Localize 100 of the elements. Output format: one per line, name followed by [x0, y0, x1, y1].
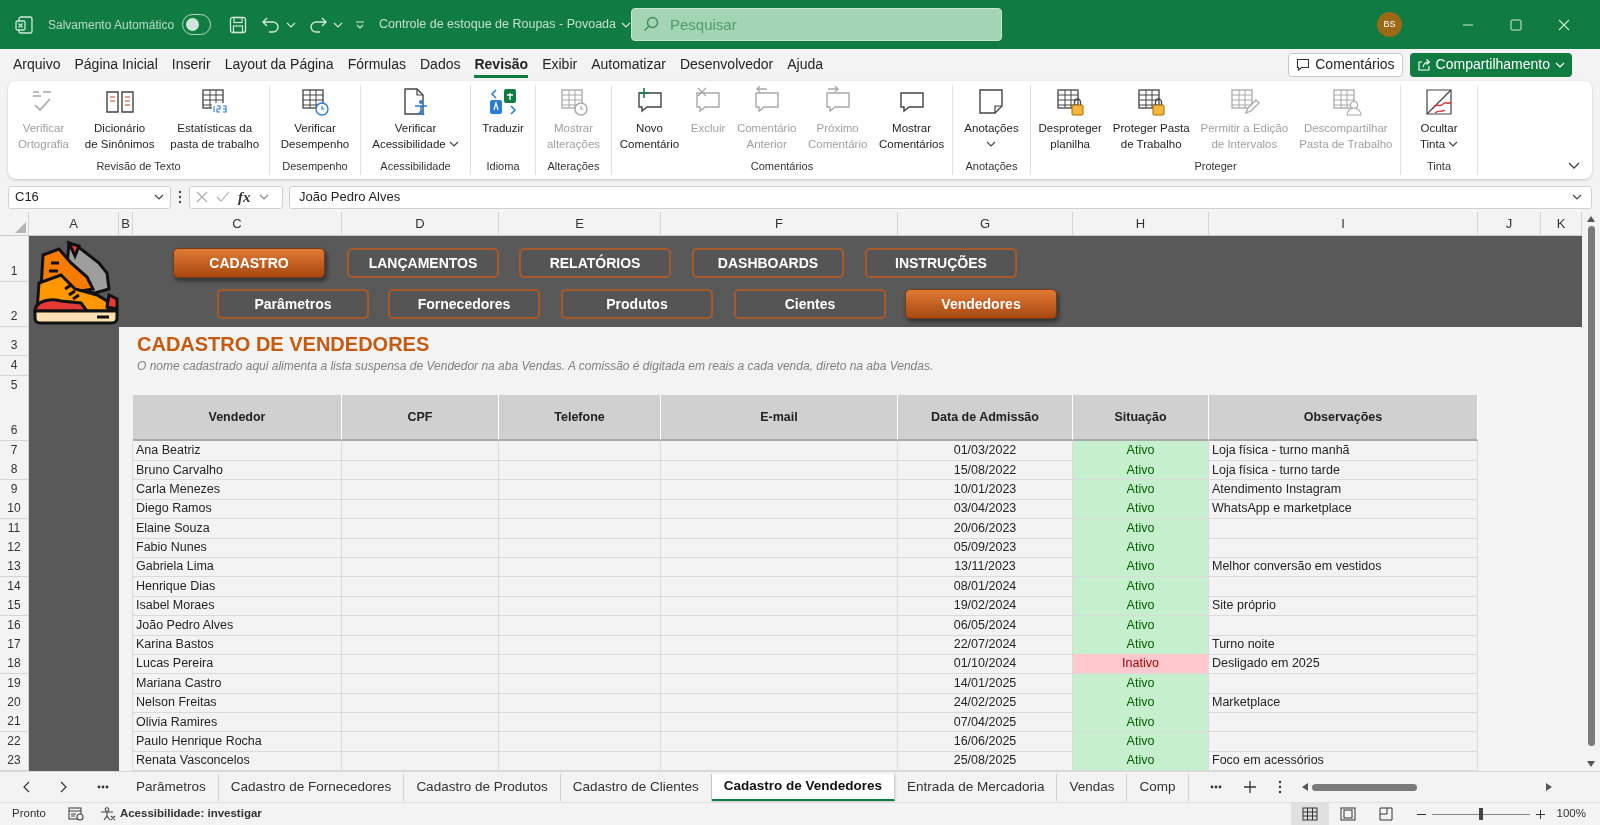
nav-button[interactable]: Parâmetros — [217, 289, 369, 319]
zoom-slider-thumb[interactable] — [1478, 808, 1483, 820]
ribbon-button[interactable]: Verificar Acessibilidade — [370, 85, 461, 152]
close-icon — [1558, 18, 1570, 31]
column-header[interactable]: E — [499, 212, 661, 235]
ribbon-button[interactable]: Traduzir — [480, 85, 526, 136]
nav-button[interactable]: CADASTRO — [173, 248, 325, 278]
row-header[interactable]: 12 — [0, 537, 29, 558]
menu-tab[interactable]: Página Inicial — [74, 51, 158, 78]
ribbon-button[interactable]: Desproteger planilha — [1036, 85, 1104, 152]
status-cell: Ativo — [1073, 751, 1209, 772]
menu-tab[interactable]: Layout da Página — [224, 51, 334, 78]
sheet-tab[interactable]: Parâmetros — [124, 773, 219, 801]
row-header[interactable]: 15 — [0, 596, 29, 617]
ribbon-button[interactable]: Proteger Pasta de Trabalho — [1110, 85, 1192, 152]
menu-tab[interactable]: Fórmulas — [347, 51, 406, 78]
column-header[interactable]: F — [661, 212, 898, 235]
row-header[interactable]: 1 — [0, 236, 29, 282]
nav-button[interactable]: DASHBOARDS — [692, 248, 844, 278]
nav-button[interactable]: Cientes — [734, 289, 886, 319]
nav-button[interactable]: RELATÓRIOS — [519, 248, 671, 278]
column-header[interactable]: J — [1478, 212, 1541, 235]
insert-function-button[interactable]: fx — [238, 185, 251, 209]
table-cell-text: Karina Bastos — [136, 636, 214, 654]
table-cell-text: Lucas Pereira — [136, 655, 214, 673]
status-cell: Ativo — [1073, 499, 1209, 520]
column-heading: Situação — [1073, 395, 1209, 441]
column-header[interactable]: C — [133, 212, 342, 235]
nav-button[interactable]: INSTRUÇÕES — [865, 248, 1017, 278]
ribbon-button[interactable]: Anotações — [962, 85, 1021, 152]
nav-button[interactable]: Produtos — [561, 289, 713, 319]
table-cell-text: WhatsApp e marketplace — [1212, 500, 1352, 518]
sheet-tab[interactable]: Vendas — [1057, 773, 1128, 801]
row-header[interactable]: 3 — [0, 327, 29, 356]
user-avatar[interactable]: BS — [1377, 12, 1402, 37]
menu-tab[interactable]: Desenvolvedor — [679, 51, 774, 78]
row-header[interactable]: 17 — [0, 634, 29, 655]
ribbon-button[interactable]: Mostrar Comentários — [876, 85, 947, 152]
table-cell-text: Mariana Castro — [136, 674, 222, 692]
column-header[interactable]: A — [29, 212, 119, 235]
share-button[interactable]: Compartilhamento — [1409, 52, 1572, 77]
collapse-ribbon-icon — [1568, 162, 1580, 169]
table-lock-icon — [1054, 86, 1087, 118]
accessibility-status[interactable]: Acessibilidade: investigar — [99, 805, 262, 823]
sheet-title: CADASTRO DE VENDEDORES — [137, 332, 430, 356]
comment-icon — [1296, 58, 1311, 71]
ribbon-button[interactable]: Novo Comentário — [617, 85, 682, 152]
menu-tab[interactable]: Revisão — [474, 51, 529, 78]
column-header[interactable]: I — [1209, 212, 1478, 235]
zoom-level[interactable]: 100% — [1556, 805, 1586, 823]
sheet-tab[interactable]: Cadastro de Fornecedores — [218, 773, 405, 801]
ribbon-button[interactable]: Estatísticas da pasta de trabalho — [168, 85, 262, 152]
spreadsheet-app-icon — [14, 14, 34, 35]
comments-button[interactable]: Comentários — [1288, 52, 1403, 77]
search-field[interactable]: Pesquisar — [631, 8, 1002, 41]
sheet-tab[interactable]: Entrada de Mercadoria — [895, 773, 1058, 801]
row-header[interactable]: 8 — [0, 460, 29, 481]
ribbon-button[interactable]: Verificar Desempenho — [278, 85, 352, 152]
sheet-tab[interactable]: Comp — [1127, 773, 1189, 801]
status-cell: Ativo — [1073, 576, 1209, 597]
table-cell-text: Loja física - turno manhã — [1212, 442, 1350, 460]
name-box[interactable]: C16 — [8, 185, 171, 209]
row-header[interactable]: 21 — [0, 712, 29, 733]
status-cell: Ativo — [1073, 479, 1209, 500]
row-header[interactable]: 6 — [0, 395, 29, 441]
menu-tab[interactable]: Automatizar — [591, 51, 666, 78]
menu-tab[interactable]: Exibir — [542, 51, 578, 78]
nav-button[interactable]: Vendedores — [905, 289, 1057, 319]
row-header[interactable]: 23 — [0, 751, 29, 772]
table-cell-text: 10/01/2023 — [953, 480, 1017, 498]
nav-button[interactable]: LANÇAMENTOS — [347, 248, 499, 278]
maximize-icon — [1510, 18, 1522, 31]
nav-button[interactable]: Fornecedores — [388, 289, 540, 319]
row-header[interactable]: 10 — [0, 499, 29, 520]
formula-input[interactable]: João Pedro Alves — [289, 185, 1592, 209]
normal-view-icon — [1301, 807, 1318, 821]
sheet-tab[interactable]: Cadastro de Vendedores — [711, 773, 896, 801]
ribbon-button[interactable]: Dicionário de Sinônimos — [82, 85, 157, 152]
column-header[interactable]: B — [119, 212, 133, 235]
row-header[interactable]: 2 — [0, 282, 29, 327]
view-button[interactable] — [1290, 802, 1329, 825]
more-options-icon — [1278, 780, 1282, 794]
menu-tab[interactable]: Dados — [420, 51, 461, 78]
table-cell-text: Fabio Nunes — [136, 539, 207, 557]
column-header[interactable]: D — [342, 212, 499, 235]
menu-tab[interactable]: Inserir — [171, 51, 211, 78]
row-header[interactable]: 4 — [0, 356, 29, 376]
menu-tab[interactable]: Ajuda — [787, 51, 824, 78]
sheet-tab[interactable]: Cadastro de Produtos — [404, 773, 561, 801]
horizontal-scrollbar[interactable] — [1302, 780, 1552, 794]
column-header[interactable]: H — [1073, 212, 1209, 235]
ribbon-button[interactable]: Ocultar Tinta — [1417, 85, 1461, 152]
row-header[interactable]: 20 — [0, 693, 29, 714]
row-header[interactable]: 13 — [0, 557, 29, 578]
sheet-tab[interactable]: Cadastro de Clientes — [560, 773, 712, 801]
column-header[interactable]: G — [898, 212, 1073, 235]
document-title[interactable]: Controle de estoque de Roupas - Povoada — [379, 15, 631, 34]
menu-tab[interactable]: Arquivo — [13, 51, 61, 78]
table-cell-text: 24/02/2025 — [953, 694, 1017, 712]
row-header[interactable]: 18 — [0, 654, 29, 675]
